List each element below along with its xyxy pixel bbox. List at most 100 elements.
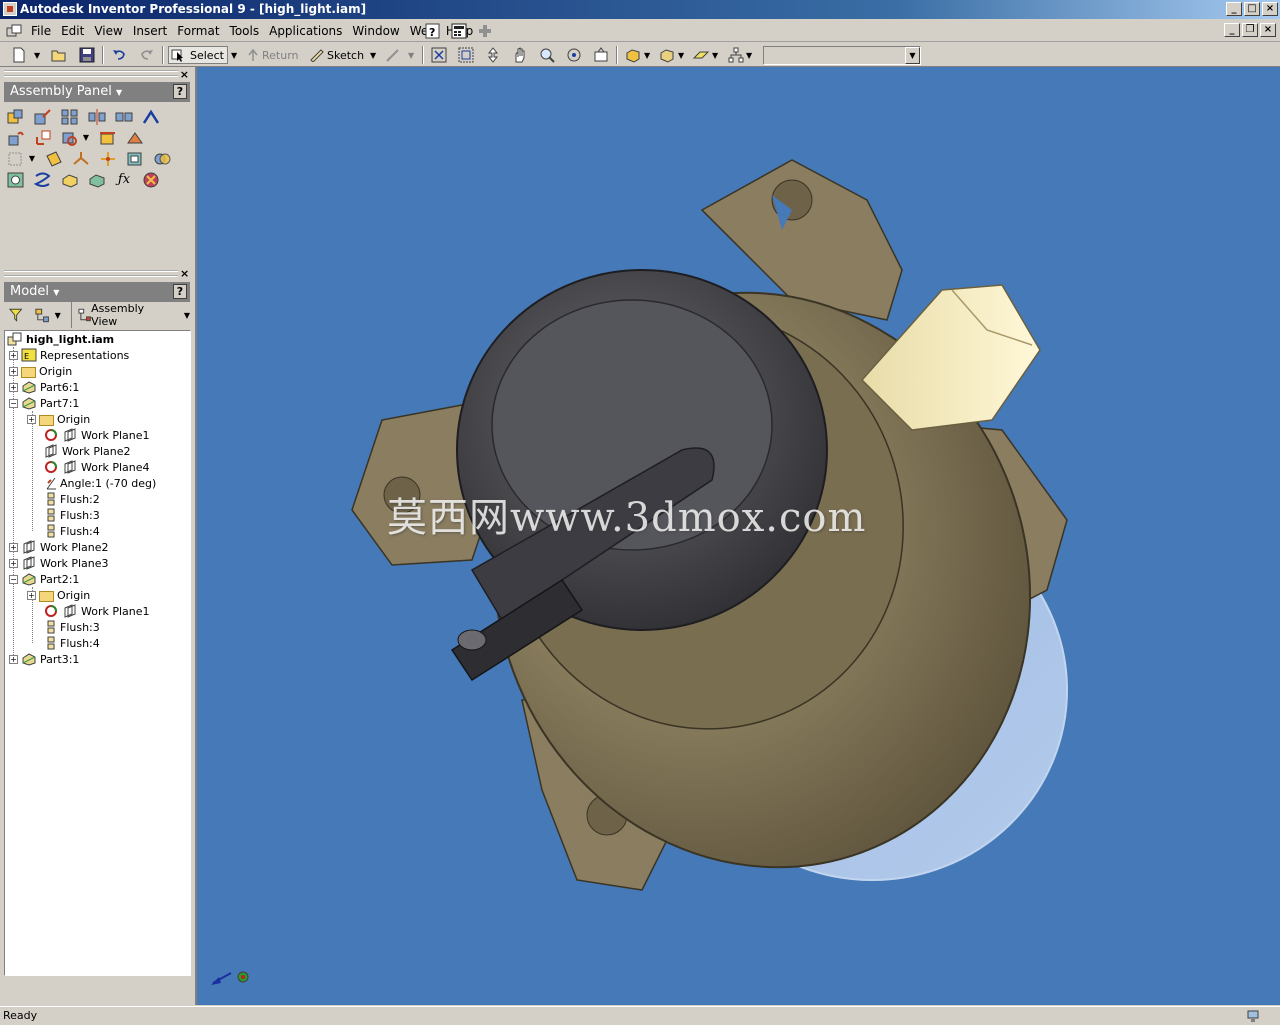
maximize-button[interactable]: □ bbox=[1244, 2, 1260, 16]
place-component-icon[interactable] bbox=[6, 108, 26, 126]
tree-node-flush2[interactable]: Flush:2 bbox=[45, 491, 100, 507]
menu-window[interactable]: Window bbox=[347, 24, 404, 39]
save-icon[interactable] bbox=[78, 46, 96, 64]
doc-restore-button[interactable]: ❐ bbox=[1242, 23, 1258, 37]
section-view-icon[interactable] bbox=[98, 129, 118, 147]
place-constraint-icon[interactable] bbox=[141, 108, 161, 126]
color-style-icon[interactable] bbox=[384, 46, 402, 64]
doc-minimize-button[interactable]: _ bbox=[1224, 23, 1240, 37]
zoom-selected-icon[interactable] bbox=[538, 46, 556, 64]
tree-node-part2-flush4[interactable]: Flush:4 bbox=[45, 635, 100, 651]
shrinkwrap-icon[interactable] bbox=[60, 171, 80, 189]
collapse-icon[interactable]: − bbox=[9, 398, 18, 408]
menu-file[interactable]: File bbox=[26, 24, 56, 39]
browser-settings-icon[interactable] bbox=[33, 307, 50, 323]
tree-node-representations[interactable]: + E Representations bbox=[9, 347, 129, 363]
rotate-component-icon[interactable] bbox=[60, 129, 80, 147]
menu-tools[interactable]: Tools bbox=[225, 24, 265, 39]
sketch-dropdown-icon[interactable]: ▼ bbox=[370, 46, 376, 64]
camera-dropdown-icon[interactable]: ▼ bbox=[712, 46, 718, 64]
minimize-button[interactable]: _ bbox=[1226, 2, 1242, 16]
tree-node-part2-flush3[interactable]: Flush:3 bbox=[45, 619, 100, 635]
work-plane-tool-icon[interactable] bbox=[44, 150, 64, 168]
tree-node-part7-origin[interactable]: + Origin bbox=[27, 411, 90, 427]
look-at-icon[interactable] bbox=[592, 46, 610, 64]
document-icon[interactable] bbox=[6, 24, 22, 38]
expand-icon[interactable]: + bbox=[9, 366, 18, 376]
grounded-dropdown-icon[interactable]: ▼ bbox=[27, 150, 37, 168]
tree-node-part2-origin[interactable]: + Origin bbox=[27, 587, 90, 603]
expand-icon[interactable]: + bbox=[9, 558, 18, 568]
help-icon[interactable]: ? bbox=[173, 284, 187, 299]
degrees-of-freedom-icon[interactable] bbox=[727, 46, 745, 64]
open-folder-icon[interactable] bbox=[50, 46, 68, 64]
panel-grip[interactable] bbox=[4, 70, 178, 77]
collapse-icon[interactable]: − bbox=[9, 574, 18, 584]
select-dropdown-icon[interactable]: ▼ bbox=[231, 46, 237, 64]
tree-node-flush4[interactable]: Flush:4 bbox=[45, 523, 100, 539]
zoom-icon[interactable] bbox=[484, 46, 502, 64]
menu-applications[interactable]: Applications bbox=[264, 24, 347, 39]
expand-icon[interactable]: + bbox=[9, 350, 18, 360]
parameters-icon[interactable]: ƒx bbox=[114, 171, 134, 189]
model-panel-grip[interactable] bbox=[4, 270, 178, 277]
expand-icon[interactable]: + bbox=[27, 414, 36, 424]
create-component-icon[interactable] bbox=[33, 108, 53, 126]
color-dropdown-icon[interactable]: ▼ bbox=[408, 46, 414, 64]
inventor-app-icon[interactable] bbox=[3, 2, 17, 16]
work-axis-tool-icon[interactable] bbox=[71, 150, 91, 168]
tree-node-top-work-plane3[interactable]: + Work Plane3 bbox=[9, 555, 109, 571]
panel-close-icon[interactable]: × bbox=[180, 68, 189, 81]
replace-component-icon[interactable] bbox=[6, 129, 26, 147]
menu-format[interactable]: Format bbox=[172, 24, 224, 39]
tree-node-part7[interactable]: − Part7:1 bbox=[9, 395, 79, 411]
network-status-icon[interactable] bbox=[1246, 1009, 1262, 1023]
zoom-all-icon[interactable] bbox=[430, 46, 448, 64]
tree-node-work-plane2[interactable]: Work Plane2 bbox=[43, 443, 131, 459]
expand-icon[interactable]: + bbox=[9, 542, 18, 552]
new-file-icon[interactable] bbox=[10, 46, 28, 64]
menu-view[interactable]: View bbox=[89, 24, 127, 39]
display-dropdown-icon[interactable]: ▼ bbox=[644, 46, 650, 64]
tree-node-top-work-plane2[interactable]: + Work Plane2 bbox=[9, 539, 109, 555]
camera-icon[interactable] bbox=[692, 46, 710, 64]
tree-node-part2-work-plane1[interactable]: Work Plane1 bbox=[43, 603, 150, 619]
tree-node-flush3[interactable]: Flush:3 bbox=[45, 507, 100, 523]
expand-icon[interactable]: + bbox=[27, 590, 36, 600]
zoom-window-icon[interactable] bbox=[457, 46, 475, 64]
tree-node-part2[interactable]: − Part2:1 bbox=[9, 571, 79, 587]
assembly-panel-header[interactable]: Assembly Panel ▼ ? bbox=[4, 82, 190, 102]
assembly-view-dropdown[interactable]: Assembly View ▼ bbox=[70, 302, 190, 328]
tree-node-angle1[interactable]: Angle:1 (-70 deg) bbox=[45, 475, 156, 491]
analyze-interference-icon[interactable] bbox=[152, 150, 172, 168]
help-topics-icon[interactable]: ? bbox=[424, 22, 442, 40]
chevron-down-icon[interactable]: ▼ bbox=[905, 47, 920, 64]
undo-icon[interactable] bbox=[110, 46, 128, 64]
rotate-icon[interactable] bbox=[565, 46, 583, 64]
shadow-dropdown-icon[interactable]: ▼ bbox=[678, 46, 684, 64]
move-component-icon[interactable] bbox=[33, 129, 53, 147]
work-point-tool-icon[interactable] bbox=[98, 150, 118, 168]
select-button[interactable]: Select bbox=[168, 46, 228, 64]
plus-icon[interactable] bbox=[476, 22, 494, 40]
tree-node-part6[interactable]: + Part6:1 bbox=[9, 379, 79, 395]
menu-insert[interactable]: Insert bbox=[128, 24, 172, 39]
tree-node-part3[interactable]: + Part3:1 bbox=[9, 651, 79, 667]
sketch-button[interactable]: Sketch bbox=[309, 46, 364, 64]
derived-component-icon[interactable] bbox=[87, 171, 107, 189]
tree-node-root[interactable]: high_light.iam bbox=[7, 331, 114, 347]
tree-node-origin[interactable]: + Origin bbox=[9, 363, 72, 379]
model-panel-header[interactable]: Model ▼ ? bbox=[4, 282, 190, 302]
new-dropdown-icon[interactable]: ▼ bbox=[34, 46, 40, 64]
tree-node-work-plane1[interactable]: Work Plane1 bbox=[43, 427, 150, 443]
doc-close-button[interactable]: × bbox=[1260, 23, 1276, 37]
help-icon[interactable]: ? bbox=[173, 84, 187, 99]
browser-settings-dropdown-icon[interactable]: ▼ bbox=[55, 311, 61, 320]
redo-icon[interactable] bbox=[138, 46, 156, 64]
graphics-viewport[interactable]: 莫西网www.3dmox.com bbox=[195, 67, 1280, 1005]
bom-icon[interactable] bbox=[33, 171, 53, 189]
expand-icon[interactable]: + bbox=[9, 382, 18, 392]
pan-icon[interactable] bbox=[511, 46, 529, 64]
dof-dropdown-icon[interactable]: ▼ bbox=[746, 46, 752, 64]
pattern-component-icon[interactable] bbox=[60, 108, 80, 126]
